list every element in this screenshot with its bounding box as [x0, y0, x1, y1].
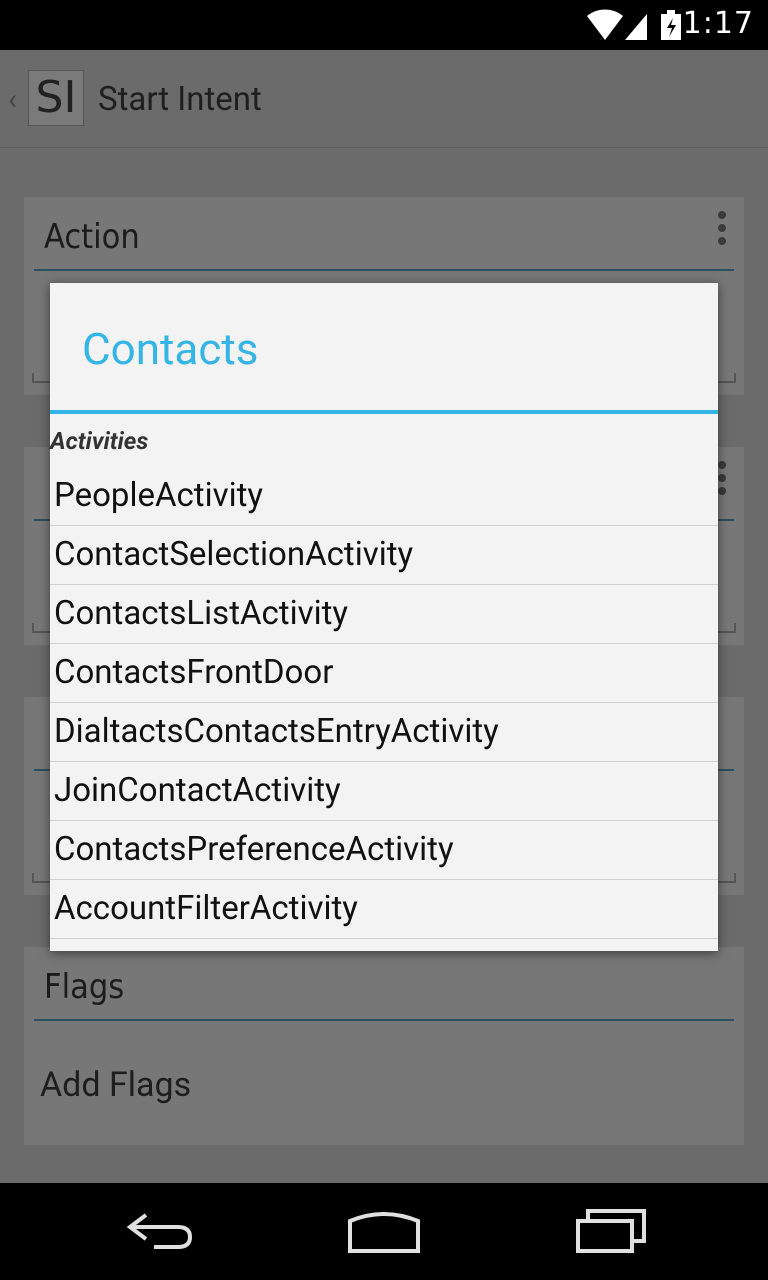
back-icon[interactable]: [124, 1205, 196, 1259]
title-divider: [50, 410, 718, 414]
activity-list: PeopleActivity ContactSelectionActivity …: [50, 467, 718, 939]
app-logo[interactable]: SI: [28, 70, 84, 126]
list-header: Activities: [50, 427, 149, 455]
list-item[interactable]: ContactsPreferenceActivity: [50, 821, 718, 880]
recent-apps-icon[interactable]: [574, 1205, 648, 1259]
page-title: Start Intent: [98, 80, 262, 119]
status-clock: 1:17: [682, 6, 754, 41]
contacts-dialog: Contacts Activities PeopleActivity Conta…: [50, 283, 718, 951]
flags-section-title: Flags: [44, 967, 125, 1007]
list-item[interactable]: ContactSelectionActivity: [50, 526, 718, 585]
section-divider: [34, 1019, 734, 1021]
list-item[interactable]: DialtactsContactsEntryActivity: [50, 703, 718, 762]
action-section-title: Action: [44, 217, 140, 257]
up-chevron-icon[interactable]: ‹: [8, 82, 17, 117]
flags-card: Flags Add Flags: [24, 947, 744, 1145]
wifi-icon: [587, 9, 623, 41]
list-item[interactable]: JoinContactActivity: [50, 762, 718, 821]
dialog-title: Contacts: [82, 323, 259, 375]
section-divider: [34, 269, 734, 271]
list-item[interactable]: AccountFilterActivity: [50, 880, 718, 939]
battery-icon: [661, 10, 681, 40]
home-icon[interactable]: [346, 1205, 422, 1259]
action-bar: ‹ SI Start Intent: [0, 50, 768, 148]
status-bar: 1:17: [0, 0, 768, 50]
overflow-menu-icon[interactable]: [718, 211, 726, 250]
list-item[interactable]: PeopleActivity: [50, 467, 718, 526]
navigation-bar: [0, 1183, 768, 1280]
signal-icon: [625, 14, 647, 40]
status-icons: [585, 8, 685, 46]
overflow-menu-icon[interactable]: [718, 461, 726, 500]
add-flags-button[interactable]: Add Flags: [40, 1065, 191, 1105]
list-item[interactable]: ContactsListActivity: [50, 585, 718, 644]
list-item[interactable]: ContactsFrontDoor: [50, 644, 718, 703]
